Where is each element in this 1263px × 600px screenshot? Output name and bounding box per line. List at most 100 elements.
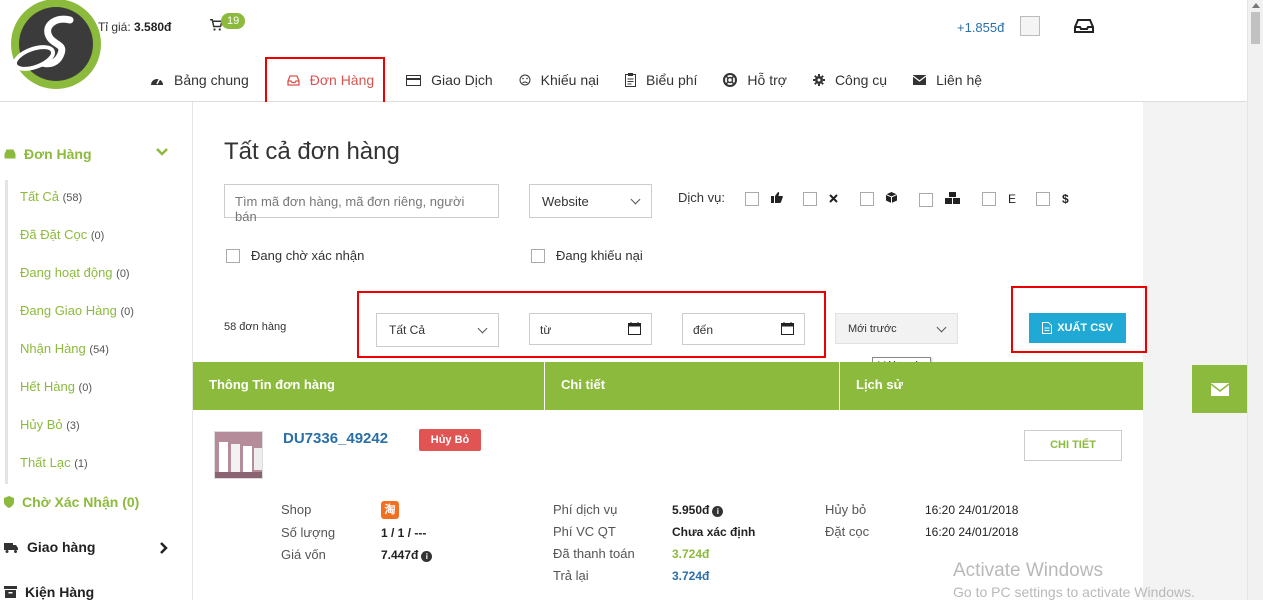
order-count: 58 đơn hàng — [224, 321, 287, 333]
right-gutter — [1143, 102, 1247, 600]
nav-support[interactable]: Hỗ trợ — [713, 58, 803, 102]
sidebar-delivery-label: Giao hàng — [27, 539, 96, 555]
quantity-value: 1 / 1 / --- — [381, 526, 427, 540]
windows-activation-subtitle: Go to PC settings to activate Windows. — [953, 584, 1195, 600]
sidebar-item-count: (0) — [116, 268, 130, 280]
clipboard-icon — [625, 73, 637, 87]
service-filter-cubes[interactable] — [919, 192, 960, 207]
contact-mail-tab[interactable] — [1192, 365, 1247, 413]
service-filter-close[interactable] — [803, 192, 838, 206]
sidebar-warehouse[interactable]: Kiện Hàng — [4, 584, 94, 600]
service-filter-dollar[interactable]: $ — [1036, 192, 1069, 206]
envelope-icon — [1210, 382, 1229, 396]
lifebuoy-icon — [723, 73, 738, 87]
nav-tools-label: Công cụ — [834, 72, 888, 88]
nav-contact-label: Liên hệ — [936, 72, 983, 88]
service-checkbox[interactable] — [803, 192, 817, 206]
nav-transactions[interactable]: Giao Dịch — [396, 58, 508, 102]
complaint-filter-label: Đang khiếu nại — [556, 248, 643, 263]
chevron-down-icon — [156, 148, 168, 156]
search-input[interactable]: Tìm mã đơn hàng, mã đơn riêng, người bán — [224, 184, 499, 224]
site-logo[interactable] — [4, 0, 102, 90]
service-filter-thumbs[interactable] — [745, 192, 783, 206]
order-product-thumbnail[interactable] — [214, 431, 263, 479]
orders-table-header: Thông Tin đơn hàng Chi tiết Lịch sử — [193, 362, 1143, 410]
service-filter-e[interactable]: E — [982, 192, 1016, 206]
nav-contact[interactable]: Liên hệ — [903, 58, 998, 102]
sidebar-item-out-of-stock[interactable]: Hết Hàng (0) — [8, 370, 134, 408]
shield-icon — [4, 496, 14, 508]
sidebar-item-label: Hết Hàng — [20, 379, 75, 394]
nav-tools[interactable]: Công cụ — [803, 58, 903, 102]
sidebar-item-received[interactable]: Nhận Hàng (54) — [8, 332, 134, 370]
sidebar-item-label: Thất Lạc — [20, 455, 71, 470]
export-csv-button[interactable]: XUẤT CSV — [1029, 313, 1126, 343]
cart-count-badge[interactable]: 19 — [221, 13, 246, 29]
close-icon — [829, 192, 838, 206]
sidebar-item-cancelled[interactable]: Hủy Bỏ (3) — [8, 408, 134, 446]
order-id-link[interactable]: DU7336_49242 — [283, 430, 388, 447]
sidebar-pending[interactable]: Chờ Xác Nhận (0) — [4, 494, 139, 510]
sidebar-delivery[interactable]: Giao hàng — [4, 539, 179, 555]
service-checkbox[interactable] — [860, 192, 874, 206]
service-checkbox[interactable] — [982, 192, 996, 206]
website-select[interactable]: Website — [529, 184, 652, 218]
sidebar: Đơn Hàng Tất Cả (58) Đã Đặt Cọc (0) Đang… — [0, 102, 193, 600]
sidebar-item-count: (3) — [66, 420, 80, 432]
pending-filter-label: Đang chờ xác nhận — [251, 248, 365, 263]
sidebar-item-label: Tất Cả — [20, 189, 60, 204]
box-icon — [885, 192, 898, 206]
fee-value-group: 5.950đ i — [672, 503, 724, 517]
inbox-icon[interactable] — [1074, 18, 1094, 34]
info-icon[interactable]: i — [712, 506, 724, 517]
history-value: 16:20 24/01/2018 — [925, 503, 1019, 517]
account-balance[interactable]: +1.855đ — [957, 20, 1004, 35]
service-filter-box[interactable] — [860, 192, 898, 206]
fee-label: Phí VC QT — [553, 524, 616, 539]
gear-icon — [812, 74, 825, 86]
info-icon[interactable]: i — [421, 551, 433, 562]
envelope-icon — [913, 75, 927, 85]
order-detail-button[interactable]: CHI TIẾT — [1024, 430, 1122, 461]
fee-value: 3.724đ — [672, 569, 710, 583]
sidebar-item-label: Đã Đặt Cọc — [20, 227, 88, 242]
complaint-filter[interactable]: Đang khiếu nại — [531, 248, 643, 263]
scroll-up-arrow-icon[interactable] — [1252, 3, 1260, 8]
fee-value: 5.950đ — [672, 503, 710, 517]
page-scrollbar[interactable] — [1247, 0, 1263, 600]
nav-dashboard[interactable]: Bảng chung — [140, 58, 265, 102]
nav-dashboard-label: Bảng chung — [174, 72, 249, 88]
pending-checkbox[interactable] — [226, 248, 240, 263]
sort-select[interactable]: Mới trước — [835, 313, 958, 344]
exchange-rate-value: 3.580đ — [134, 20, 172, 34]
credit-card-icon — [406, 74, 422, 86]
truck-icon — [4, 542, 18, 553]
sidebar-item-count: (54) — [89, 344, 109, 356]
nav-support-label: Hỗ trợ — [747, 72, 787, 88]
sidebar-item-shipping[interactable]: Đang Giao Hàng (0) — [8, 294, 134, 332]
fee-label: Trả lại — [553, 568, 589, 583]
sidebar-item-lost[interactable]: Thất Lạc (1) — [8, 446, 134, 484]
scroll-thumb[interactable] — [1251, 12, 1260, 44]
nav-complaints[interactable]: Khiếu nại — [509, 58, 615, 102]
sidebar-item-count: (0) — [78, 382, 92, 394]
complaint-checkbox[interactable] — [531, 248, 545, 263]
avatar[interactable] — [1020, 16, 1040, 36]
nav-orders-highlight — [265, 57, 385, 108]
fee-label: Đã thanh toán — [553, 546, 635, 561]
sidebar-item-label: Hủy Bỏ — [20, 417, 63, 432]
sidebar-item-deposited[interactable]: Đã Đặt Cọc (0) — [8, 218, 134, 256]
sidebar-orders-header[interactable]: Đơn Hàng — [4, 146, 184, 162]
sidebar-item-all[interactable]: Tất Cả (58) — [8, 180, 134, 218]
cubes-icon — [945, 192, 960, 207]
service-checkbox[interactable] — [919, 192, 933, 207]
chevron-down-icon — [936, 322, 947, 333]
service-checkbox[interactable] — [745, 192, 759, 206]
sidebar-item-active[interactable]: Đang hoạt động (0) — [8, 256, 134, 294]
nav-fees[interactable]: Biểu phí — [615, 58, 713, 102]
sidebar-item-count: (1) — [74, 458, 88, 470]
taobao-icon[interactable]: 淘 — [381, 501, 399, 519]
page-title: Tất cả đơn hàng — [224, 138, 400, 165]
pending-filter[interactable]: Đang chờ xác nhận — [226, 248, 364, 263]
service-checkbox[interactable] — [1036, 192, 1050, 206]
